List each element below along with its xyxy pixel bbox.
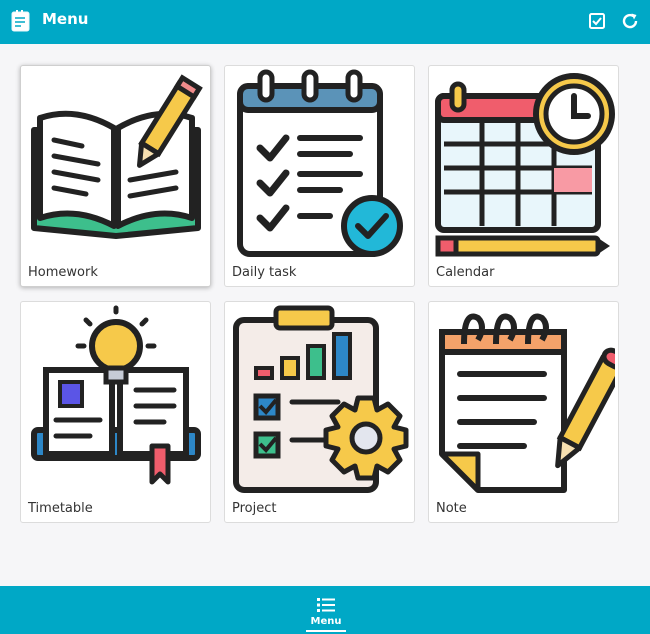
bottom-nav-bar: Menu — [0, 586, 650, 634]
refresh-button[interactable] — [619, 10, 641, 32]
menu-card-label: Homework — [28, 265, 98, 280]
top-app-bar: Menu — [0, 0, 650, 44]
menu-card-label: Project — [232, 501, 277, 516]
bottom-nav-menu[interactable]: Menu — [306, 586, 346, 634]
menu-card-daily-task[interactable]: Daily task — [224, 65, 415, 287]
open-book-pencil-icon — [31, 74, 203, 239]
menu-card-label: Calendar — [436, 265, 495, 280]
menu-card-label: Note — [436, 501, 467, 516]
notepad-pencil-icon — [439, 313, 615, 493]
checklist-icon — [237, 69, 403, 257]
menu-card-label: Daily task — [232, 265, 297, 280]
list-icon — [317, 598, 335, 612]
refresh-icon — [622, 13, 638, 29]
menu-card-homework[interactable]: Homework — [20, 65, 211, 287]
select-button[interactable] — [586, 10, 608, 32]
menu-card-label: Timetable — [28, 501, 93, 516]
menu-card-note[interactable]: Note — [428, 301, 619, 523]
page-title: Menu — [42, 10, 89, 28]
bottom-nav-label: Menu — [310, 616, 342, 627]
menu-card-timetable[interactable]: Timetable — [20, 301, 211, 523]
active-indicator — [306, 630, 346, 632]
checkbox-icon — [589, 13, 605, 29]
book-lightbulb-icon — [31, 305, 201, 485]
menu-card-calendar[interactable]: Calendar — [428, 65, 619, 287]
notepad-icon — [11, 10, 30, 32]
calendar-clock-icon — [435, 73, 615, 257]
clipboard-chart-gear-icon — [233, 305, 409, 493]
menu-card-project[interactable]: Project — [224, 301, 415, 523]
